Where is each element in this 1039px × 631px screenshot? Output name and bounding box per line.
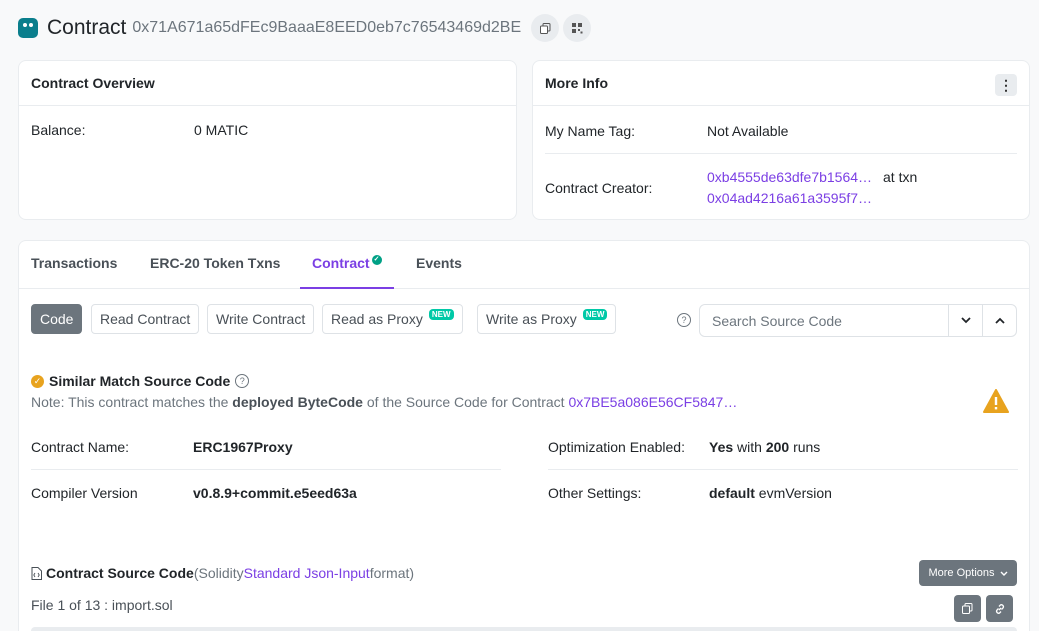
page-title: Contract — [47, 16, 127, 39]
name-tag-label: My Name Tag: — [545, 123, 635, 139]
tab-events[interactable]: Events — [416, 241, 462, 289]
code-editor[interactable] — [31, 627, 1017, 631]
other-settings-value: default evmVersion — [709, 485, 832, 501]
overview-title: Contract Overview — [19, 61, 516, 106]
optimization-with: with — [733, 439, 766, 455]
verified-check-icon: ✓ — [371, 255, 382, 265]
optimization-runs: 200 — [765, 439, 790, 455]
source-paren-close: format) — [369, 565, 415, 581]
tab-contract-label: Contract — [312, 255, 370, 271]
chevron-down-icon — [1000, 571, 1008, 576]
read-as-proxy-label: Read as Proxy — [331, 311, 423, 327]
creator-address-link[interactable]: 0xb4555de63dfe7b1564… — [707, 169, 872, 185]
more-options-icon[interactable]: ⋮ — [995, 74, 1017, 96]
match-note-prefix: Note: This contract matches the — [31, 394, 233, 410]
source-paren-open: (Solidity — [193, 565, 244, 581]
match-check-icon: ✓ — [31, 374, 44, 388]
match-contract-link[interactable]: 0x7BE5a086E56CF5847… — [568, 394, 737, 410]
other-settings-label: Other Settings: — [548, 485, 642, 501]
source-code-title: Contract Source Code — [46, 565, 194, 581]
contract-main-card: Transactions ERC-20 Token Txns Contract ✓… — [18, 240, 1030, 631]
tab-erc20-token-txns[interactable]: ERC-20 Token Txns — [150, 241, 280, 289]
read-as-proxy-button[interactable]: Read as Proxy NEW — [322, 304, 463, 334]
other-settings-bold: default — [709, 485, 755, 501]
tab-bar: Transactions ERC-20 Token Txns Contract ✓… — [19, 241, 1029, 289]
similar-match-heading: ✓ Similar Match Source Code ? — [31, 373, 250, 389]
optimization-yes: Yes — [709, 439, 734, 455]
warning-icon — [983, 389, 1009, 416]
copy-icon[interactable] — [531, 14, 560, 42]
similar-match-title: Similar Match Source Code — [49, 373, 231, 389]
balance-label: Balance: — [31, 122, 86, 138]
search-source-code — [699, 304, 1017, 337]
optimization-value: Yes with 200 runs — [709, 439, 820, 455]
tab-transactions[interactable]: Transactions — [31, 241, 117, 289]
optimization-label: Optimization Enabled: — [548, 439, 685, 455]
divider — [545, 153, 1017, 154]
divider — [548, 469, 1018, 470]
copy-source-button[interactable] — [954, 595, 981, 622]
match-note-middle: of the Source Code for Contract — [362, 394, 569, 410]
compiler-label: Compiler Version — [31, 485, 138, 501]
contract-logo-icon — [18, 18, 38, 38]
creator-txn-link[interactable]: 0x04ad4216a61a3595f7… — [707, 190, 872, 206]
link-icon — [995, 603, 1004, 614]
code-button[interactable]: Code — [31, 304, 83, 334]
link-button[interactable] — [986, 595, 1013, 622]
compiler-value: v0.8.9+commit.e5eed63a — [193, 485, 357, 501]
page-header: Contract 0x71A671a65dFEc9BaaaE8EED0eb7c7… — [18, 12, 595, 44]
chevron-up-icon[interactable] — [982, 305, 1016, 336]
contract-address: 0x71A671a65dFEc9BaaaE8EED0eb7c76543469d2… — [132, 19, 522, 36]
copy-icon — [962, 603, 973, 614]
more-options-label: More Options — [928, 567, 995, 579]
contract-overview-card: Contract Overview Balance: 0 MATIC — [18, 60, 517, 220]
more-info-title: More Info — [533, 61, 1029, 106]
source-code-heading: Contract Source Code (Solidity Standard … — [31, 565, 414, 581]
read-contract-button[interactable]: Read Contract — [91, 304, 200, 334]
write-as-proxy-button[interactable]: Write as Proxy NEW — [477, 304, 617, 334]
write-as-proxy-label: Write as Proxy — [486, 311, 577, 327]
other-settings-rest: evmVersion — [754, 485, 832, 501]
standard-json-input-link[interactable]: Standard Json-Input — [244, 565, 370, 581]
contract-name-label: Contract Name: — [31, 439, 130, 455]
new-badge: NEW — [428, 308, 454, 320]
qr-code-icon[interactable] — [563, 14, 592, 42]
match-note: Note: This contract matches the deployed… — [31, 394, 737, 410]
write-contract-button[interactable]: Write Contract — [207, 304, 315, 334]
creator-label: Contract Creator: — [545, 180, 653, 196]
tab-contract[interactable]: Contract ✓ — [300, 241, 394, 289]
chevron-down-icon[interactable] — [948, 305, 982, 336]
help-icon[interactable]: ? — [235, 374, 250, 388]
name-tag-value: Not Available — [707, 123, 789, 139]
more-options-button[interactable]: More Options — [919, 560, 1017, 586]
balance-value: 0 MATIC — [194, 122, 249, 138]
search-input[interactable] — [700, 305, 948, 336]
divider — [31, 469, 501, 470]
more-info-card: More Info ⋮ My Name Tag: Not Available C… — [532, 60, 1030, 220]
new-badge: NEW — [582, 308, 608, 320]
file-label: File 1 of 13 : import.sol — [31, 597, 173, 613]
file-code-icon — [31, 566, 42, 580]
contract-name-value: ERC1967Proxy — [193, 439, 293, 455]
optimization-runs-suffix: runs — [789, 439, 821, 455]
match-note-bold: deployed ByteCode — [232, 394, 363, 410]
help-icon[interactable]: ? — [677, 313, 691, 327]
at-txn-text: at txn — [883, 169, 918, 185]
